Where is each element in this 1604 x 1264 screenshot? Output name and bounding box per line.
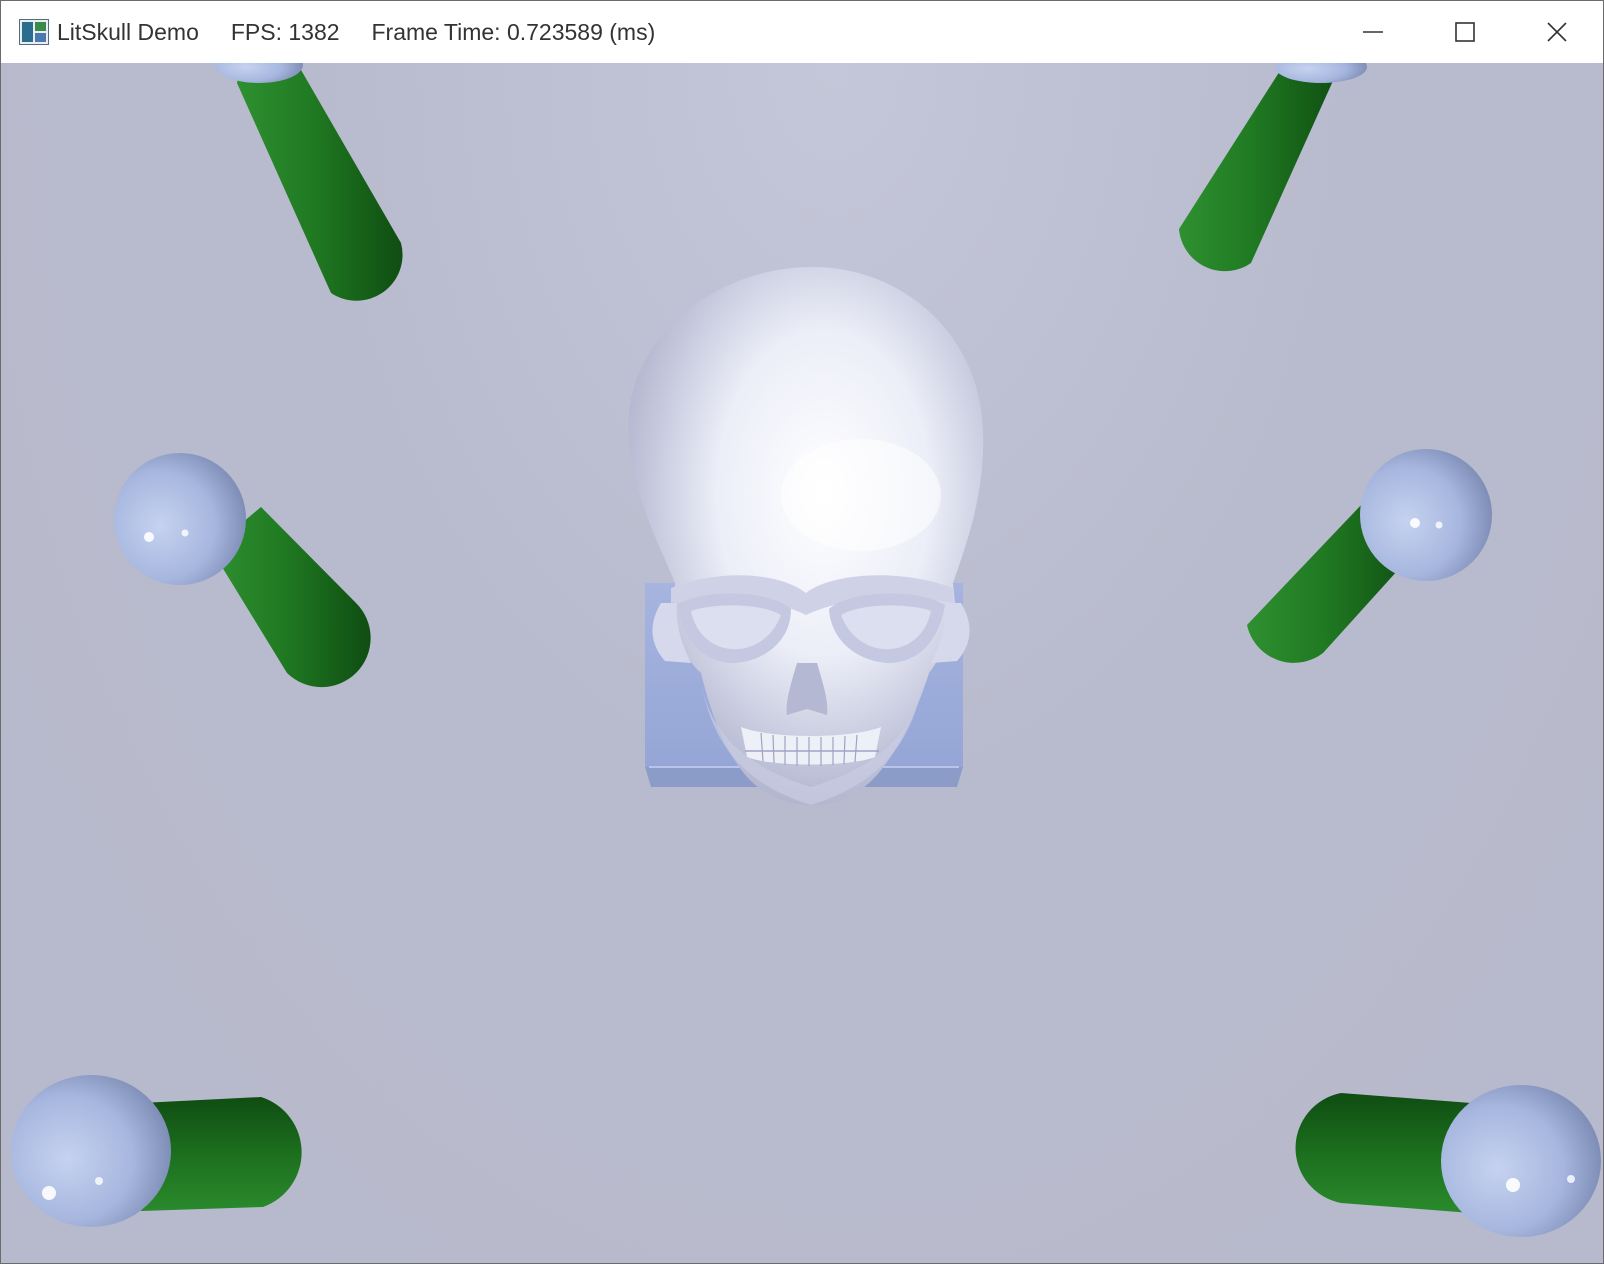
sphere-bottom-right	[1441, 1085, 1601, 1237]
pillar-top-left	[215, 63, 403, 301]
pillar-bottom-left	[11, 1075, 302, 1227]
frame-time-readout: Frame Time: 0.723589 (ms)	[371, 19, 656, 45]
render-viewport[interactable]	[1, 63, 1603, 1263]
3d-scene	[11, 63, 1601, 1237]
app-icon	[19, 19, 49, 45]
pillar-mid-right	[1247, 449, 1492, 663]
app-window: LitSkull Demo FPS: 1382 Frame Time: 0.72…	[0, 0, 1604, 1264]
pillar-mid-left	[114, 453, 371, 688]
title-bar[interactable]: LitSkull Demo FPS: 1382 Frame Time: 0.72…	[1, 1, 1603, 63]
sphere-bottom-left	[11, 1075, 171, 1227]
close-button[interactable]	[1511, 1, 1603, 63]
close-icon	[1547, 22, 1567, 42]
maximize-button[interactable]	[1419, 1, 1511, 63]
maximize-icon	[1455, 22, 1475, 42]
sphere-mid-right	[1360, 449, 1492, 581]
app-name: LitSkull Demo	[57, 19, 199, 45]
sphere-mid-left	[114, 453, 246, 585]
pillar-top-right	[1179, 63, 1367, 272]
fps-readout: FPS: 1382	[230, 19, 340, 45]
pillar-bottom-right	[1295, 1085, 1601, 1237]
window-title: LitSkull Demo FPS: 1382 Frame Time: 0.72…	[57, 18, 655, 46]
minimize-button[interactable]	[1327, 1, 1419, 63]
minimize-icon	[1363, 31, 1383, 33]
